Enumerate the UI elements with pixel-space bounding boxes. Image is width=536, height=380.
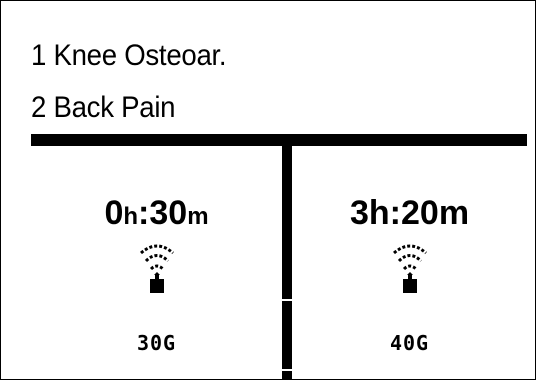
wireless-signal-icon (392, 244, 427, 293)
vertical-divider (282, 371, 292, 379)
channel-1-timer: 0h:30m (31, 193, 282, 237)
timer-separator: : (389, 194, 401, 232)
program-item-2[interactable]: 2 Back Pain (31, 90, 176, 126)
timer-minutes-unit: m (438, 194, 470, 232)
timer-minutes: 20 (400, 194, 439, 232)
timer-separator: : (138, 194, 150, 232)
timer-hours: 3 (349, 194, 369, 232)
channel-1-intensity: 30G (136, 331, 177, 355)
channel-2-timer: 3h:20m (292, 193, 527, 233)
timer-hours-unit: h (368, 194, 390, 232)
timer-minutes-unit: m (187, 203, 209, 230)
timer-hours: 0 (104, 194, 124, 232)
channel-2-intensity: 40G (389, 331, 430, 355)
program-label: 1 Knee Osteoar. (31, 39, 227, 72)
channel-1-panel[interactable]: 0h:30m 30G (31, 151, 282, 379)
timer-hours-unit: h (123, 203, 139, 230)
program-item-1[interactable]: 1 Knee Osteoar. (31, 38, 227, 74)
channel-2-panel[interactable]: 3h:20m 40G (292, 151, 527, 379)
wireless-signal-icon (139, 244, 174, 293)
timer-minutes: 30 (149, 194, 188, 232)
vertical-divider (282, 301, 292, 369)
program-label: 2 Back Pain (31, 91, 176, 124)
device-screen: 1 Knee Osteoar. 2 Back Pain 0h:30m 30G 3… (0, 0, 536, 380)
vertical-divider (282, 144, 292, 299)
horizontal-divider (31, 134, 527, 146)
